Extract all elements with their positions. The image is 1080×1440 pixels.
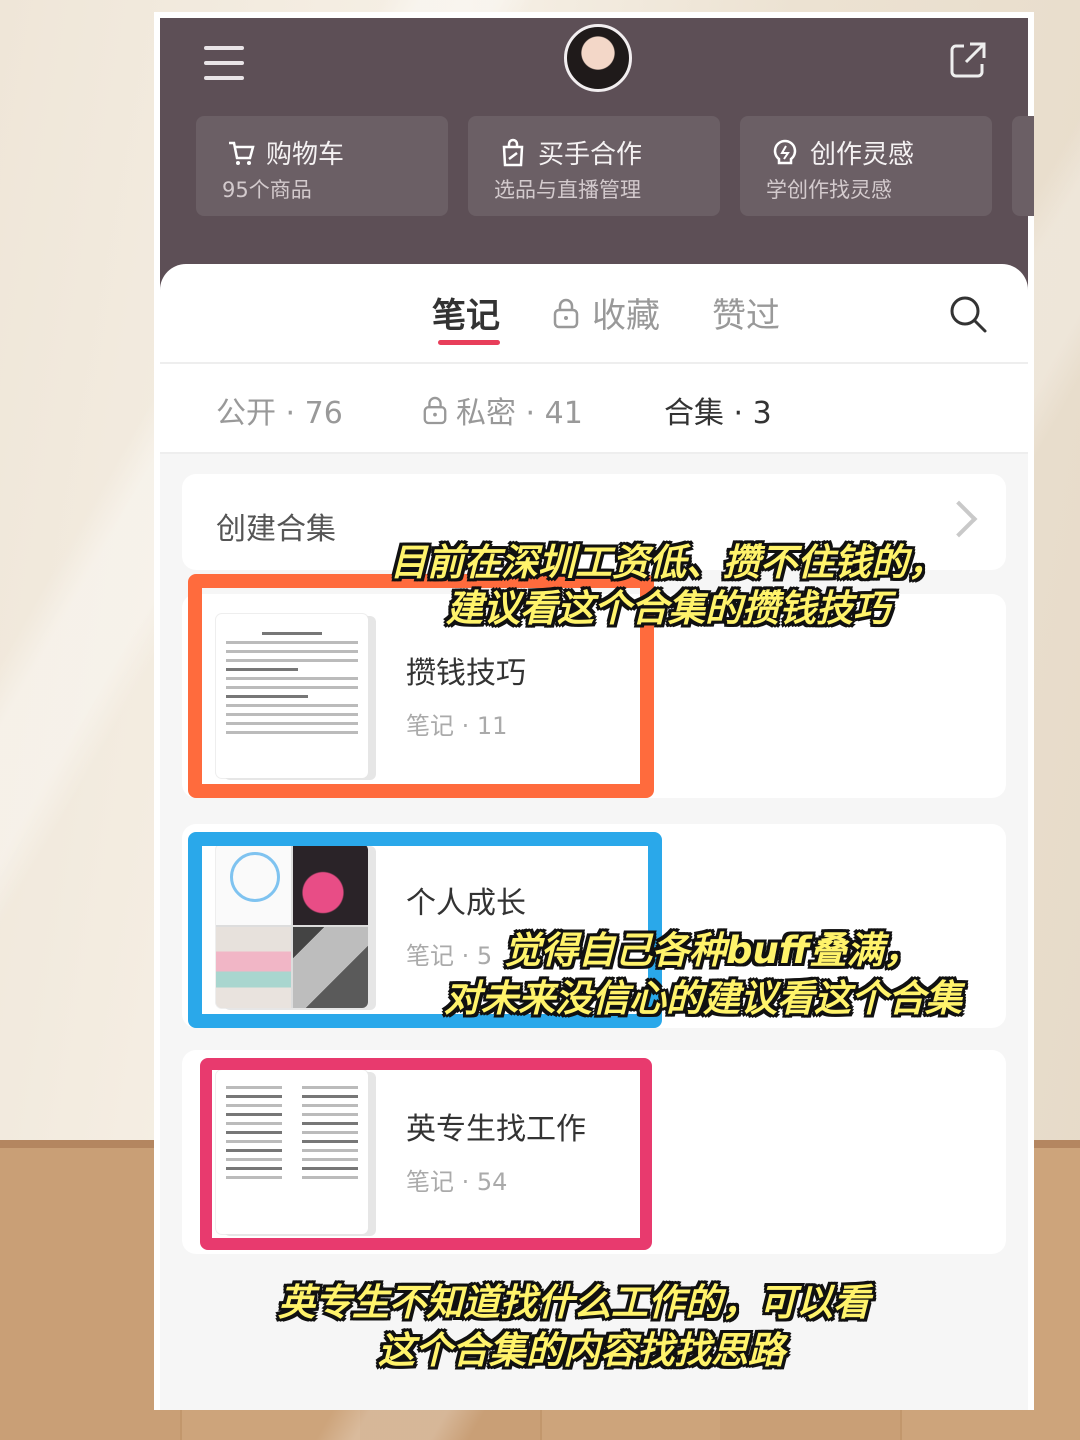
lock-icon bbox=[423, 396, 447, 425]
chevron-right-icon bbox=[940, 500, 978, 538]
menu-icon[interactable] bbox=[204, 46, 244, 80]
tab-underline bbox=[438, 340, 500, 345]
caption-3-line-1: 英专生不知道找什么工作的，可以看 bbox=[278, 1281, 870, 1324]
buyer-card[interactable]: 买手合作 选品与直播管理 bbox=[468, 116, 720, 216]
cart-subtitle: 95个商品 bbox=[222, 178, 312, 202]
filter-private-label: 私密 · 41 bbox=[456, 396, 583, 431]
more-card[interactable] bbox=[1012, 116, 1034, 216]
inspiration-title: 创作灵感 bbox=[810, 140, 915, 170]
buyer-subtitle: 选品与直播管理 bbox=[494, 178, 641, 202]
bag-icon bbox=[502, 138, 524, 166]
filter-public[interactable]: 公开 · 76 bbox=[216, 388, 343, 432]
search-icon[interactable] bbox=[948, 294, 988, 334]
inspiration-subtitle: 学创作找灵感 bbox=[766, 178, 892, 202]
highlight-box-pink bbox=[200, 1058, 652, 1250]
tab-favorites-label: 收藏 bbox=[592, 296, 660, 336]
share-icon[interactable] bbox=[948, 40, 988, 80]
lightbulb-icon bbox=[773, 139, 797, 164]
filter-bar: 公开 · 76 私密 · 41 合集 · 3 bbox=[160, 364, 1028, 454]
tab-likes[interactable]: 赞过 bbox=[712, 288, 780, 337]
caption-3-line-2: 这个合集的内容找找思路 bbox=[378, 1329, 785, 1372]
buyer-title: 买手合作 bbox=[538, 140, 643, 170]
lock-icon bbox=[553, 298, 579, 328]
filter-collections[interactable]: 合集 · 3 bbox=[664, 388, 772, 432]
caption-1-line-1: 目前在深圳工资低、攒不住钱的， bbox=[390, 541, 945, 584]
tab-notes[interactable]: 笔记 bbox=[432, 288, 500, 337]
create-collection-label: 创建合集 bbox=[216, 512, 336, 547]
cart-title: 购物车 bbox=[266, 140, 345, 170]
cart-card[interactable]: 购物车 95个商品 bbox=[196, 116, 448, 216]
caption-2-line-2: 对未来没信心的建议看这个合集 bbox=[444, 977, 962, 1020]
avatar[interactable] bbox=[564, 24, 632, 92]
tab-favorites[interactable]: 收藏 bbox=[552, 288, 660, 337]
filter-private[interactable]: 私密 · 41 bbox=[422, 388, 583, 432]
cart-icon bbox=[229, 141, 255, 165]
inspiration-card[interactable]: 创作灵感 学创作找灵感 bbox=[740, 116, 992, 216]
caption-2-line-1: 觉得自己各种buff叠满， bbox=[504, 929, 921, 972]
tab-bar: 笔记 收藏 赞过 bbox=[160, 264, 1028, 364]
caption-1-line-2: 建议看这个合集的攒钱技巧 bbox=[446, 587, 890, 630]
